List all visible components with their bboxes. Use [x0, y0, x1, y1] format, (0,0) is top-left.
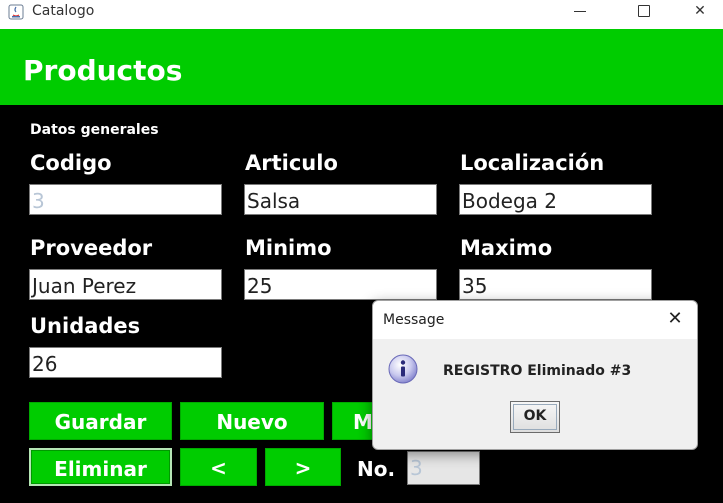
info-icon — [388, 354, 418, 384]
section-label: Datos generales — [30, 122, 159, 138]
page-title: Productos — [23, 54, 183, 87]
minimize-button[interactable] — [557, 0, 603, 24]
codigo-label: Codigo — [30, 151, 112, 175]
header-bar: Productos — [0, 29, 723, 105]
unidades-label: Unidades — [30, 314, 141, 338]
window-title: Catalogo — [32, 3, 95, 19]
close-icon: ✕ — [694, 3, 706, 19]
java-app-icon — [8, 4, 24, 20]
record-number-label: No. — [357, 457, 396, 481]
dialog-message: REGISTRO Eliminado #3 — [443, 363, 632, 379]
dialog-close-button[interactable]: ✕ — [663, 308, 687, 332]
maximo-field[interactable]: 35 — [459, 269, 652, 300]
dialog-titlebar: Message ✕ — [373, 301, 697, 339]
message-dialog: Message ✕ REGISTRO Eliminado #3 OK — [372, 300, 698, 450]
eliminar-button[interactable]: Eliminar — [29, 448, 172, 486]
articulo-field[interactable]: Salsa — [244, 184, 437, 215]
maximo-label: Maximo — [460, 236, 553, 260]
previous-button[interactable]: < — [180, 448, 257, 486]
ok-button[interactable]: OK — [510, 401, 560, 433]
maximize-icon — [638, 5, 650, 17]
minimize-icon — [574, 11, 586, 12]
minimo-label: Minimo — [245, 236, 332, 260]
nuevo-button[interactable]: Nuevo — [180, 402, 324, 440]
minimo-field[interactable]: 25 — [244, 269, 437, 300]
close-window-button[interactable]: ✕ — [677, 0, 723, 24]
articulo-label: Articulo — [245, 151, 338, 175]
codigo-field[interactable]: 3 — [29, 184, 222, 215]
maximize-button[interactable] — [620, 0, 666, 24]
next-button[interactable]: > — [265, 448, 341, 486]
proveedor-label: Proveedor — [30, 236, 153, 260]
unidades-field[interactable]: 26 — [29, 347, 222, 378]
guardar-button[interactable]: Guardar — [29, 402, 172, 440]
proveedor-field[interactable]: Juan Perez — [29, 269, 222, 300]
record-number-field[interactable]: 3 — [407, 451, 480, 485]
window-titlebar: Catalogo ✕ — [0, 0, 723, 29]
dialog-title: Message — [383, 312, 445, 328]
localizacion-field[interactable]: Bodega 2 — [459, 184, 652, 215]
localizacion-label: Localización — [460, 151, 605, 175]
